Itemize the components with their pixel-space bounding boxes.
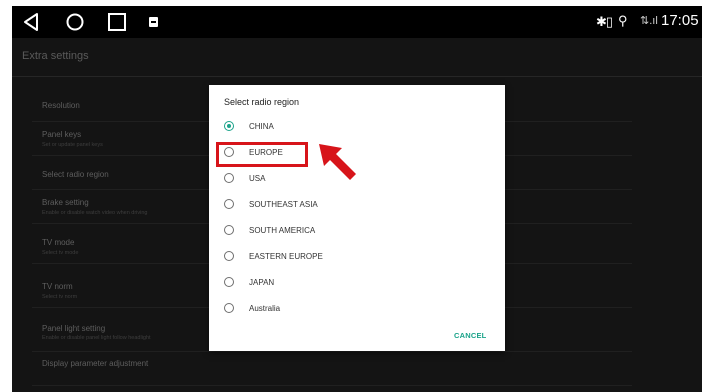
radio-checked-icon[interactable] <box>224 121 234 131</box>
option-australia[interactable]: Australia <box>222 298 492 318</box>
setting-title: TV norm <box>42 282 73 291</box>
screen-frame: ✱▯ ⚲ ⇅.ıl 17:05 Extra settings Resolutio… <box>0 0 710 392</box>
red-pointer-arrow-icon <box>319 144 356 180</box>
setting-title: Panel keys <box>42 130 82 139</box>
signal-icon: ⇅.ıl <box>640 15 658 27</box>
option-south-america[interactable]: SOUTH AMERICA <box>222 220 492 240</box>
bluetooth-icon: ✱▯ <box>596 14 613 29</box>
clock-time: 17:05 <box>661 12 699 29</box>
option-label: CHINA <box>249 122 274 131</box>
back-icon[interactable] <box>22 12 42 32</box>
option-label: USA <box>249 174 266 183</box>
radio-unchecked-icon[interactable] <box>224 199 234 209</box>
setting-title: TV mode <box>42 238 75 247</box>
setting-title: Resolution <box>42 101 80 110</box>
option-china[interactable]: CHINA <box>222 116 492 136</box>
radio-unchecked-icon[interactable] <box>224 225 234 235</box>
setting-title: Display parameter adjustment <box>42 359 149 368</box>
home-icon[interactable] <box>65 12 85 32</box>
setting-title: Select radio region <box>42 170 109 179</box>
radio-unchecked-icon[interactable] <box>224 251 234 261</box>
setting-display-parameter[interactable]: Display parameter adjustment <box>32 352 632 386</box>
radio-unchecked-icon[interactable] <box>224 277 234 287</box>
option-japan[interactable]: JAPAN <box>222 272 492 292</box>
location-icon: ⚲ <box>618 13 628 28</box>
option-label: EASTERN EUROPE <box>249 252 323 261</box>
setting-subtitle: Set or update panel keys <box>42 142 103 148</box>
annotation-highlight-box <box>216 142 308 167</box>
page-title: Extra settings <box>22 50 89 62</box>
setting-subtitle: Select tv mode <box>42 250 79 256</box>
setting-subtitle: Enable or disable panel light follow hea… <box>42 335 151 341</box>
setting-subtitle: Select tv norm <box>42 294 78 300</box>
option-label: Australia <box>249 304 281 313</box>
recent-apps-icon[interactable] <box>108 13 126 31</box>
setting-title: Panel light setting <box>42 324 106 333</box>
dialog-title: Select radio region <box>224 97 300 107</box>
setting-subtitle: Enable or disable watch video when drivi… <box>42 210 148 216</box>
radio-unchecked-icon[interactable] <box>224 303 234 313</box>
option-label: JAPAN <box>249 278 275 287</box>
setting-title: Brake setting <box>42 198 89 207</box>
status-bar: ✱▯ ⚲ ⇅.ıl 17:05 <box>12 6 702 38</box>
cancel-button[interactable]: CANCEL <box>454 331 486 340</box>
option-eastern-europe[interactable]: EASTERN EUROPE <box>222 246 492 266</box>
option-label: SOUTH AMERICA <box>249 226 316 235</box>
option-southeast-asia[interactable]: SOUTHEAST ASIA <box>222 194 492 214</box>
option-label: SOUTHEAST ASIA <box>249 200 318 209</box>
media-icon[interactable] <box>149 17 158 27</box>
radio-region-dialog: Select radio region CHINA EUROPE USA SOU… <box>209 85 505 351</box>
radio-unchecked-icon[interactable] <box>224 173 234 183</box>
title-divider <box>12 76 702 77</box>
